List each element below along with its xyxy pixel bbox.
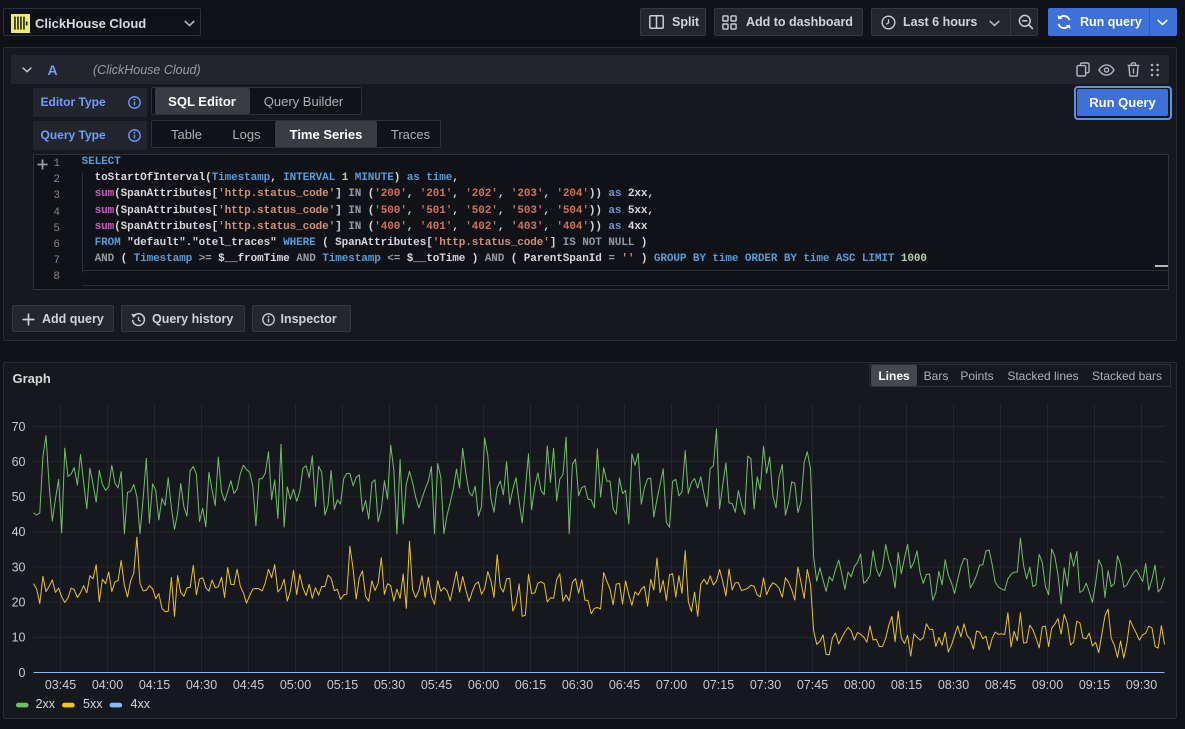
svg-text:09:15: 09:15 (1078, 678, 1109, 692)
svg-text:08:15: 08:15 (890, 678, 921, 692)
svg-text:2xx: 2xx (35, 697, 55, 711)
svg-text:04:30: 04:30 (185, 678, 216, 692)
svg-text:08:30: 08:30 (937, 678, 968, 692)
svg-text:06:15: 06:15 (514, 678, 545, 692)
svg-text:08:45: 08:45 (984, 678, 1015, 692)
svg-text:07:30: 07:30 (749, 678, 780, 692)
svg-text:5xx: 5xx (83, 697, 103, 711)
svg-text:0: 0 (18, 665, 25, 679)
svg-text:04:00: 04:00 (91, 678, 122, 692)
svg-text:05:15: 05:15 (326, 678, 357, 692)
svg-text:06:45: 06:45 (608, 678, 639, 692)
svg-text:05:30: 05:30 (373, 678, 404, 692)
svg-text:05:45: 05:45 (420, 678, 451, 692)
svg-text:07:45: 07:45 (796, 678, 827, 692)
svg-text:04:15: 04:15 (138, 678, 169, 692)
svg-text:30: 30 (11, 560, 25, 574)
svg-text:10: 10 (11, 630, 25, 644)
svg-text:09:30: 09:30 (1125, 678, 1156, 692)
svg-text:06:30: 06:30 (561, 678, 592, 692)
svg-text:70: 70 (11, 419, 25, 433)
svg-text:08:00: 08:00 (843, 678, 874, 692)
svg-text:07:15: 07:15 (702, 678, 733, 692)
svg-text:20: 20 (11, 595, 25, 609)
svg-text:03:45: 03:45 (44, 678, 75, 692)
svg-text:04:45: 04:45 (232, 678, 263, 692)
svg-text:40: 40 (11, 525, 25, 539)
svg-text:60: 60 (11, 454, 25, 468)
svg-text:05:00: 05:00 (279, 678, 310, 692)
svg-text:06:00: 06:00 (467, 678, 498, 692)
svg-text:09:00: 09:00 (1031, 678, 1062, 692)
svg-text:4xx: 4xx (130, 697, 150, 711)
svg-text:50: 50 (11, 490, 25, 504)
svg-text:07:00: 07:00 (655, 678, 686, 692)
